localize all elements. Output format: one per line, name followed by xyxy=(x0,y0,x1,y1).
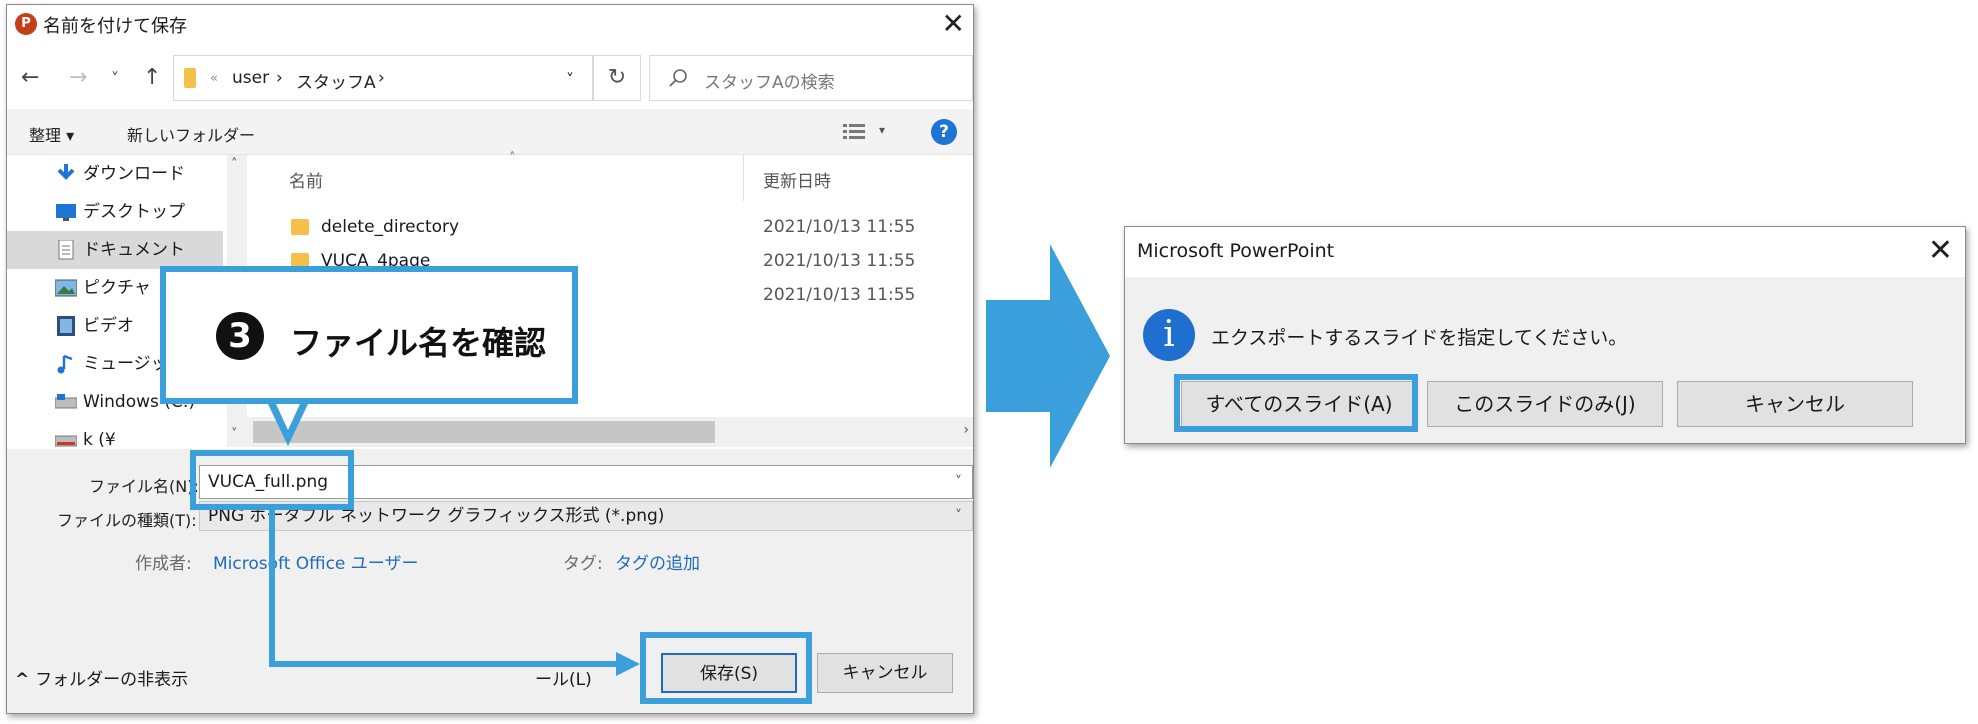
step-number-badge: 3 xyxy=(216,312,264,360)
step-callout: 3 ファイル名を確認 xyxy=(160,266,578,404)
pp-title-bar: Microsoft PowerPoint ✕ xyxy=(1125,227,1965,277)
pp-dialog-title: Microsoft PowerPoint xyxy=(1137,240,1335,262)
pp-close-button[interactable]: ✕ xyxy=(1928,233,1953,268)
pp-cancel-button[interactable]: キャンセル xyxy=(1677,381,1913,427)
callout-text: ファイル名を確認 xyxy=(290,324,547,362)
big-right-arrow-icon xyxy=(986,244,1110,468)
all-slides-highlight-frame xyxy=(1174,374,1418,432)
this-slide-only-button[interactable]: このスライドのみ(J) xyxy=(1427,381,1663,427)
info-icon: i xyxy=(1143,309,1195,361)
pp-message: エクスポートするスライドを指定してください。 xyxy=(1211,327,1628,349)
